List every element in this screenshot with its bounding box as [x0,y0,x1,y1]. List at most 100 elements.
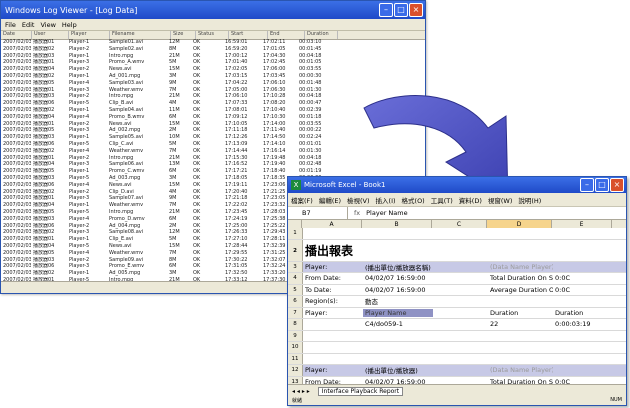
log-cell: 15M [169,181,180,188]
row-number[interactable]: 2 [288,239,303,261]
cell[interactable]: (播出單位/播放器) [363,365,433,375]
excel-close-button[interactable]: × [610,178,624,192]
cell[interactable]: 動态 [363,296,433,306]
log-row[interactable]: 2007/02/03 播放器02 Player-1 Ad_001.mpg 3M OK 17:… [1,73,425,80]
cell[interactable]: From Date: [303,274,363,282]
cell[interactable]: To Date: [303,286,363,294]
row-number[interactable]: 3 [288,261,303,272]
excel-minimize-button[interactable]: – [580,178,594,192]
log-cell: 17:02:11 [263,39,286,45]
cell[interactable]: Duration [488,309,553,317]
excel-menu-item[interactable]: 檔案(F) [291,195,313,205]
excel-menu-item[interactable]: 檢視(V) [347,195,370,205]
log-cell: 播放器05 [33,249,55,256]
minimize-button[interactable]: – [379,3,393,17]
row-number[interactable]: 9 [288,330,303,341]
excel-titlebar[interactable]: X Microsoft Excel - Book1 – □ × [288,177,626,193]
cell[interactable]: Player: [303,263,363,271]
log-row[interactable]: 2007/02/03 播放器01 Player-3 Promo_A.wmv 5M OK 17… [1,59,425,66]
spreadsheet-row[interactable]: 6 Region(s): 動态 [288,296,626,308]
fx-icon[interactable]: fx [348,209,366,217]
cell[interactable]: 0:0C [553,286,613,294]
log-viewer-titlebar[interactable]: Windows Log Viewer - [Log Data] – □ × [1,1,425,19]
cell[interactable]: Region(s): [303,297,363,305]
close-button[interactable]: × [409,3,423,17]
spreadsheet-row[interactable]: 7 Player: Player Name Duration Duration [288,307,626,319]
row-number[interactable]: 5 [288,284,303,295]
excel-menu-item[interactable]: 格式(O) [402,195,425,205]
excel-menu-item[interactable]: 說明(H) [518,195,541,205]
log-column-header-cell[interactable]: Status [196,31,229,39]
menu-item[interactable]: Help [62,21,77,29]
cell[interactable]: Duration [553,309,613,317]
log-cell: 3M [169,174,177,181]
cell[interactable]: Total Duration On Screen: [488,274,553,282]
log-row[interactable]: 2007/02/03 播放器03 Player-1 Intro.mpg 21M OK 17:… [1,53,425,60]
excel-menu-item[interactable]: 工具(T) [431,195,453,205]
excel-menu-item[interactable]: 插入(I) [376,195,396,205]
log-row[interactable]: 2007/02/03 播放器02 Player-2 Sample02.avi 8M OK 1… [1,46,425,53]
log-column-header-cell[interactable]: Start [229,31,268,39]
log-cell: OK [193,161,201,168]
spreadsheet-row[interactable]: 11 [288,353,626,365]
row-number[interactable]: 8 [288,319,303,330]
menu-item[interactable]: Edit [22,21,35,29]
row-number[interactable]: 11 [288,353,303,364]
log-cell: News.avi [109,242,132,249]
spreadsheet-row[interactable]: 10 [288,342,626,354]
log-cell: 17:07:33 [225,100,248,107]
spreadsheet-row[interactable]: 9 [288,330,626,342]
excel-maximize-button[interactable]: □ [595,178,609,192]
log-column-header-cell[interactable]: Size [171,31,196,39]
cell[interactable]: (播出單位/播放器名稱) [363,262,433,272]
cell[interactable]: Average Duration On Screen: [488,286,553,294]
cell[interactable]: 04/02/07 16:59:00 [363,286,433,294]
cell[interactable]: 0:00:03:19 [553,320,613,328]
spreadsheet-row[interactable]: 5 To Date: 04/02/07 16:59:00 Average Durati… [288,284,626,296]
spreadsheet-row[interactable]: 3 Player: (播出單位/播放器名稱) (Data Name Player) [288,261,626,273]
cell[interactable]: Player Name [363,308,433,317]
cell[interactable]: C4/do059-1 [363,320,433,328]
tab-nav-arrows-icon[interactable]: ◂ ◂ ▸ ▸ [292,388,310,395]
report-title[interactable]: 播出報表 [303,242,353,259]
spreadsheet-row[interactable]: 1 [288,228,626,240]
log-column-header-cell[interactable]: User [32,31,69,39]
row-number[interactable]: 6 [288,296,303,307]
row-number[interactable]: 10 [288,342,303,353]
formula-input[interactable]: Player Name [366,209,407,217]
excel-menu-item[interactable]: 編輯(E) [319,195,341,205]
row-number[interactable]: 7 [288,307,303,318]
row-number[interactable]: 1 [288,228,303,239]
maximize-button[interactable]: □ [394,3,408,17]
cell[interactable]: 04/02/07 16:59:00 [363,274,433,282]
log-column-header-cell[interactable]: Duration [305,31,338,39]
log-column-header-cell[interactable]: Player [69,31,110,39]
menu-item[interactable]: View [40,21,55,29]
spreadsheet-grid[interactable]: 1 2 播出報表 3 Player: (播出單位/播放器名稱) (Data Name … [288,228,626,405]
row-number[interactable]: 12 [288,365,303,376]
spreadsheet-row[interactable]: 2 播出報表 [288,239,626,262]
log-row[interactable]: 2007/02/03 播放器04 Player-2 News.avi 15M OK 17:0… [1,66,425,73]
log-row[interactable]: 2007/02/03 播放器01 Player-1 Sample01.avi 12M OK… [1,39,425,46]
spreadsheet-row[interactable]: 12 Player: (播出單位/播放器) (Data Name Player) [288,365,626,377]
log-cell: Player-4 [69,249,90,256]
menu-item[interactable]: File [5,21,16,29]
log-cell: Player-1 [69,270,90,277]
log-cell: 9M [169,79,177,86]
excel-menu-item[interactable]: 視窗(W) [488,195,513,205]
spreadsheet-row[interactable]: 8 C4/do059-1 22 0:00:03:19 [288,319,626,331]
cell[interactable]: Player: [303,366,363,374]
cell[interactable]: (Data Name Player) [488,263,553,271]
row-number[interactable]: 4 [288,273,303,284]
sheet-tab[interactable]: Interface Playback Report [317,386,404,396]
name-box[interactable]: B7 [288,207,348,219]
cell[interactable]: Player: [303,309,363,317]
spreadsheet-row[interactable]: 4 From Date: 04/02/07 16:59:00 Total Durati… [288,273,626,285]
cell[interactable]: 22 [488,320,553,328]
log-column-header-cell[interactable]: Date [1,31,32,39]
cell[interactable]: 0:0C [553,274,613,282]
log-column-header-cell[interactable]: Filename [110,31,171,39]
cell[interactable]: (Data Name Player) [488,366,553,374]
excel-menu-item[interactable]: 資料(D) [459,195,482,205]
log-column-header-cell[interactable]: End [268,31,305,39]
